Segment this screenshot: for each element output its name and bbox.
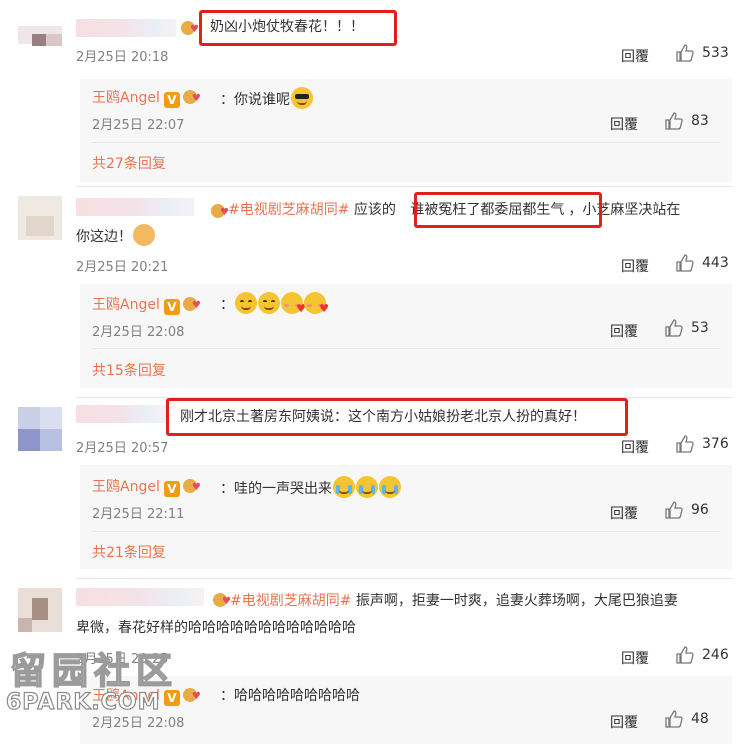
- reply-author[interactable]: 王鸥Angel V ♥: [92, 294, 201, 315]
- like-count: 443: [702, 255, 729, 271]
- reply-button[interactable]: 回覆: [610, 114, 638, 134]
- avatar[interactable]: [18, 588, 62, 632]
- divider: [92, 531, 720, 532]
- like-button[interactable]: 246: [676, 646, 729, 664]
- reply-button[interactable]: 回覆: [610, 712, 638, 732]
- thumbs-up-icon: [676, 44, 694, 62]
- reply-button[interactable]: 回覆: [621, 648, 649, 668]
- thumbs-up-icon: [665, 501, 683, 519]
- reply-text: ：哇的一声哭出来: [220, 476, 401, 498]
- crying-emoji: [356, 476, 378, 498]
- more-replies-link[interactable]: 共21条回复: [92, 542, 166, 562]
- watermark-cn: 留园社区: [9, 649, 179, 693]
- reply-button[interactable]: 回覆: [621, 437, 649, 457]
- comment-item: ♥ 奶凶小炮仗牧春花！！！ 2月25日 20:18 回覆 533 王鸥Angel…: [0, 0, 749, 185]
- username-blurred[interactable]: [76, 405, 166, 423]
- comment-date: 2月25日 20:18: [76, 50, 169, 65]
- verified-v-icon: V: [163, 299, 180, 315]
- username-blurred[interactable]: [76, 19, 176, 37]
- username-blurred[interactable]: [76, 588, 204, 606]
- smile-emoji: [235, 292, 257, 314]
- reply-text: ： ♥ ♥: [220, 292, 329, 315]
- fan-badge-icon: ♥: [181, 20, 199, 36]
- highlight-box: [199, 10, 397, 46]
- divider: [76, 578, 733, 579]
- topic-link[interactable]: #电视剧芝麻胡同#: [228, 202, 349, 218]
- thumbs-up-icon: [665, 319, 683, 337]
- username-blurred[interactable]: [76, 198, 194, 216]
- reply-box: 王鸥Angel V ♥ ：哇的一声哭出来 2月25日 22:11 回覆 96 共21…: [80, 465, 732, 569]
- heart-kiss-emoji: ♥: [304, 292, 329, 315]
- reply-date: 2月25日 22:07: [92, 118, 185, 133]
- watermark-en: 6PARK.COM: [5, 689, 161, 715]
- handshake-emoji: [133, 224, 155, 246]
- avatar[interactable]: [18, 14, 62, 58]
- like-button[interactable]: 48: [665, 710, 709, 728]
- more-replies-link[interactable]: 共27条回复: [92, 153, 166, 173]
- verified-v-icon: V: [163, 92, 180, 108]
- fan-badge-icon: ♥: [211, 203, 229, 219]
- comment-item: ♥ #电视剧芝麻胡同# 应该的 谁被冤枉了都委屈都生气 ，小芝麻坚决站在 你这边！…: [0, 186, 749, 396]
- avatar[interactable]: [18, 407, 62, 451]
- reply-date: 2月25日 22:08: [92, 325, 185, 340]
- reply-button[interactable]: 回覆: [621, 256, 649, 276]
- reply-button[interactable]: 回覆: [621, 46, 649, 66]
- avatar[interactable]: [18, 196, 62, 240]
- reply-text: ：你说谁呢: [220, 87, 313, 109]
- like-button[interactable]: 376: [676, 435, 729, 453]
- fan-badge-icon: ♥: [182, 478, 201, 494]
- comment-date: 2月25日 20:57: [76, 441, 169, 456]
- highlight-box: [414, 192, 602, 228]
- crying-emoji: [333, 476, 355, 498]
- like-button[interactable]: 83: [665, 112, 709, 130]
- reply-date: 2月25日 22:11: [92, 507, 185, 522]
- comment-item: 刚才北京土著房东阿姨说：这个南方小姑娘扮老北京人扮的真好！ 2月25日 20:5…: [0, 397, 749, 577]
- reply-button[interactable]: 回覆: [610, 503, 638, 523]
- like-button[interactable]: 443: [676, 254, 729, 272]
- fan-badge-icon: ♥: [182, 89, 201, 105]
- reply-text: ：哈哈哈哈哈哈哈哈哈: [220, 688, 360, 704]
- like-button[interactable]: 53: [665, 319, 709, 337]
- thumbs-up-icon: [665, 112, 683, 130]
- reply-box: 王鸥Angel V ♥ ：你说谁呢 2月25日 22:07 回覆 83 共27条回复: [80, 79, 732, 182]
- divider: [92, 142, 720, 143]
- comment-text-line2: 你这边！: [76, 224, 733, 251]
- fan-badge-icon: ♥: [213, 592, 231, 608]
- like-count: 376: [702, 436, 729, 452]
- thumbs-up-icon: [676, 435, 694, 453]
- like-count: 83: [691, 113, 709, 129]
- crying-emoji: [379, 476, 401, 498]
- heart-kiss-emoji: ♥: [281, 292, 306, 315]
- like-count: 48: [691, 711, 709, 727]
- like-count: 533: [702, 45, 729, 61]
- verified-v-icon: V: [163, 481, 180, 497]
- reply-box: 王鸥Angel V ♥ ： ♥ ♥ 2月25日 22:08 回覆 53 共15条回复: [80, 284, 732, 388]
- like-button[interactable]: 96: [665, 501, 709, 519]
- site-watermark: 留园社区 6PARK.COM: [0, 636, 200, 744]
- divider: [76, 186, 733, 187]
- more-replies-link[interactable]: 共15条回复: [92, 360, 166, 380]
- comment-date: 2月25日 20:21: [76, 260, 169, 275]
- fan-badge-icon: ♥: [182, 296, 201, 312]
- like-count: 96: [691, 502, 709, 518]
- divider: [92, 348, 720, 349]
- like-button[interactable]: 533: [676, 44, 729, 62]
- reply-button[interactable]: 回覆: [610, 321, 638, 341]
- reply-author[interactable]: 王鸥Angel V ♥: [92, 87, 201, 108]
- thumbs-up-icon: [676, 254, 694, 272]
- topic-link[interactable]: #电视剧芝麻胡同#: [230, 593, 351, 609]
- reply-author[interactable]: 王鸥Angel V ♥: [92, 476, 201, 497]
- highlight-box: [166, 398, 628, 436]
- cool-sunglasses-emoji: [291, 87, 313, 109]
- like-count: 246: [702, 647, 729, 663]
- thumbs-up-icon: [665, 710, 683, 728]
- thumbs-up-icon: [676, 646, 694, 664]
- smile-emoji: [258, 292, 280, 314]
- like-count: 53: [691, 320, 709, 336]
- comment-text: #电视剧芝麻胡同# 振声啊，拒妻一时爽，追妻火葬场啊，大尾巴狼追妻: [230, 593, 678, 609]
